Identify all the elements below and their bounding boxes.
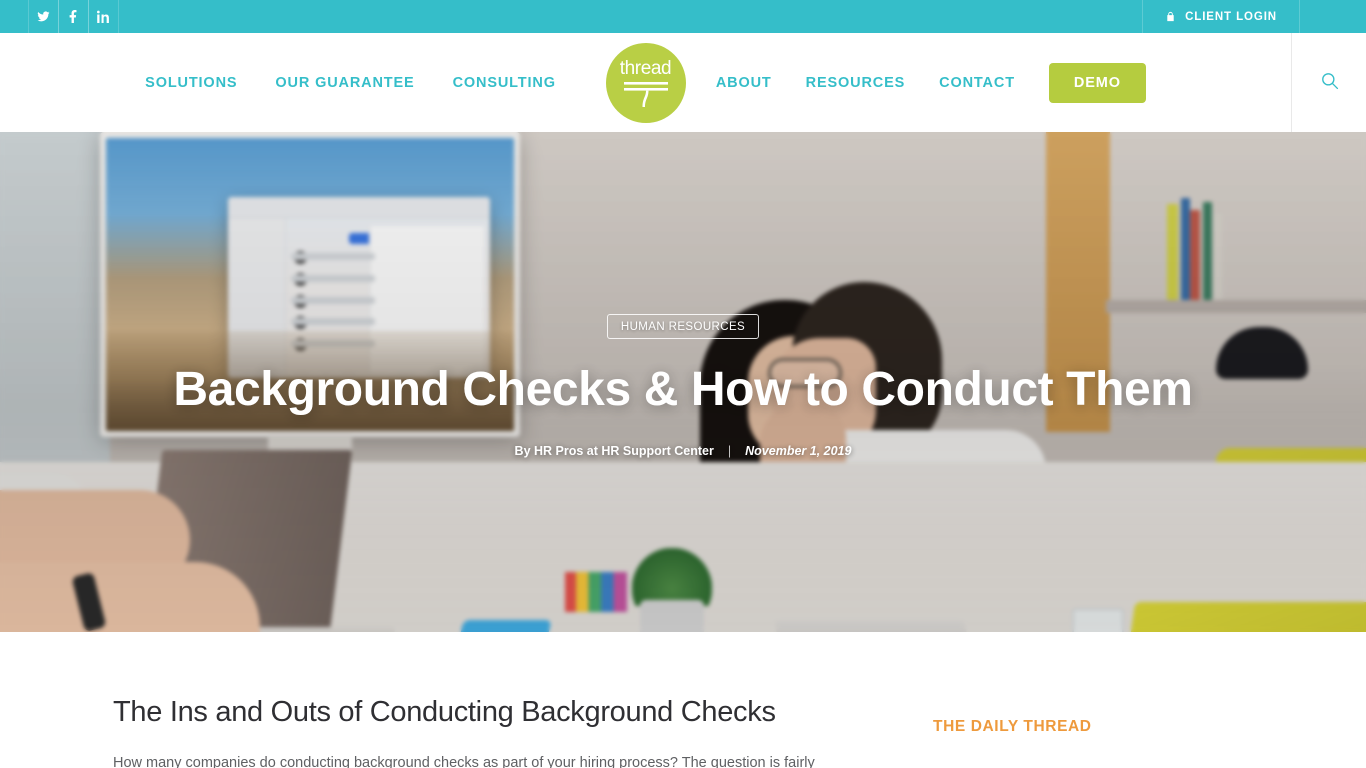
article-heading: The Ins and Outs of Conducting Backgroun… xyxy=(113,696,776,728)
linkedin-icon xyxy=(97,10,110,23)
nav-item-resources[interactable]: RESOURCES xyxy=(806,75,906,91)
client-login-label: CLIENT LOGIN xyxy=(1185,10,1277,23)
hero-banner: HUMAN RESOURCES Background Checks & How … xyxy=(0,132,1366,632)
social-link-linkedin[interactable] xyxy=(88,0,119,33)
search-icon xyxy=(1320,71,1339,95)
main-navigation: SOLUTIONS OUR GUARANTEE CONSULTING threa… xyxy=(0,33,1366,132)
social-links xyxy=(28,0,119,33)
lock-icon xyxy=(1165,10,1176,23)
content-area: The Ins and Outs of Conducting Backgroun… xyxy=(0,632,1366,768)
article-column: The Ins and Outs of Conducting Backgroun… xyxy=(113,694,873,768)
nav-item-solutions[interactable]: SOLUTIONS xyxy=(145,75,237,91)
hero-date: November 1, 2019 xyxy=(745,443,852,458)
hero-meta: By HR Pros at HR Support Center | Novemb… xyxy=(515,444,852,458)
nav-links-right: ABOUT RESOURCES CONTACT DEMO xyxy=(636,62,1146,103)
thread-mark-icon xyxy=(623,81,668,107)
nav-inner: SOLUTIONS OUR GUARANTEE CONSULTING threa… xyxy=(0,33,1292,132)
nav-item-about[interactable]: ABOUT xyxy=(716,75,772,91)
nav-item-consulting[interactable]: CONSULTING xyxy=(453,75,556,91)
hero-content: HUMAN RESOURCES Background Checks & How … xyxy=(0,132,1366,632)
nav-links-left: SOLUTIONS OUR GUARANTEE CONSULTING xyxy=(145,75,636,91)
sidebar-column: THE DAILY THREAD xyxy=(933,694,1193,768)
demo-button[interactable]: DEMO xyxy=(1048,62,1146,103)
twitter-icon xyxy=(37,10,50,23)
client-login-button[interactable]: CLIENT LOGIN xyxy=(1142,0,1300,33)
hero-title: Background Checks & How to Conduct Them xyxy=(173,363,1193,417)
nav-item-contact[interactable]: CONTACT xyxy=(939,75,1015,91)
social-link-twitter[interactable] xyxy=(28,0,59,33)
search-button[interactable] xyxy=(1292,33,1366,132)
top-utility-bar: CLIENT LOGIN xyxy=(0,0,1366,33)
site-logo[interactable]: thread xyxy=(605,42,686,123)
social-link-facebook[interactable] xyxy=(58,0,89,33)
hero-author: By HR Pros at HR Support Center xyxy=(514,443,714,458)
logo-text: thread xyxy=(619,57,672,79)
article-paragraph: How many companies do conducting backgro… xyxy=(113,755,815,768)
facebook-icon xyxy=(67,10,80,23)
sidebar-heading-daily-thread: THE DAILY THREAD xyxy=(933,718,1092,735)
hero-meta-separator: | xyxy=(727,443,732,458)
content-inner: The Ins and Outs of Conducting Backgroun… xyxy=(113,694,1253,768)
hero-category-badge[interactable]: HUMAN RESOURCES xyxy=(606,314,760,340)
nav-item-our-guarantee[interactable]: OUR GUARANTEE xyxy=(275,75,414,91)
